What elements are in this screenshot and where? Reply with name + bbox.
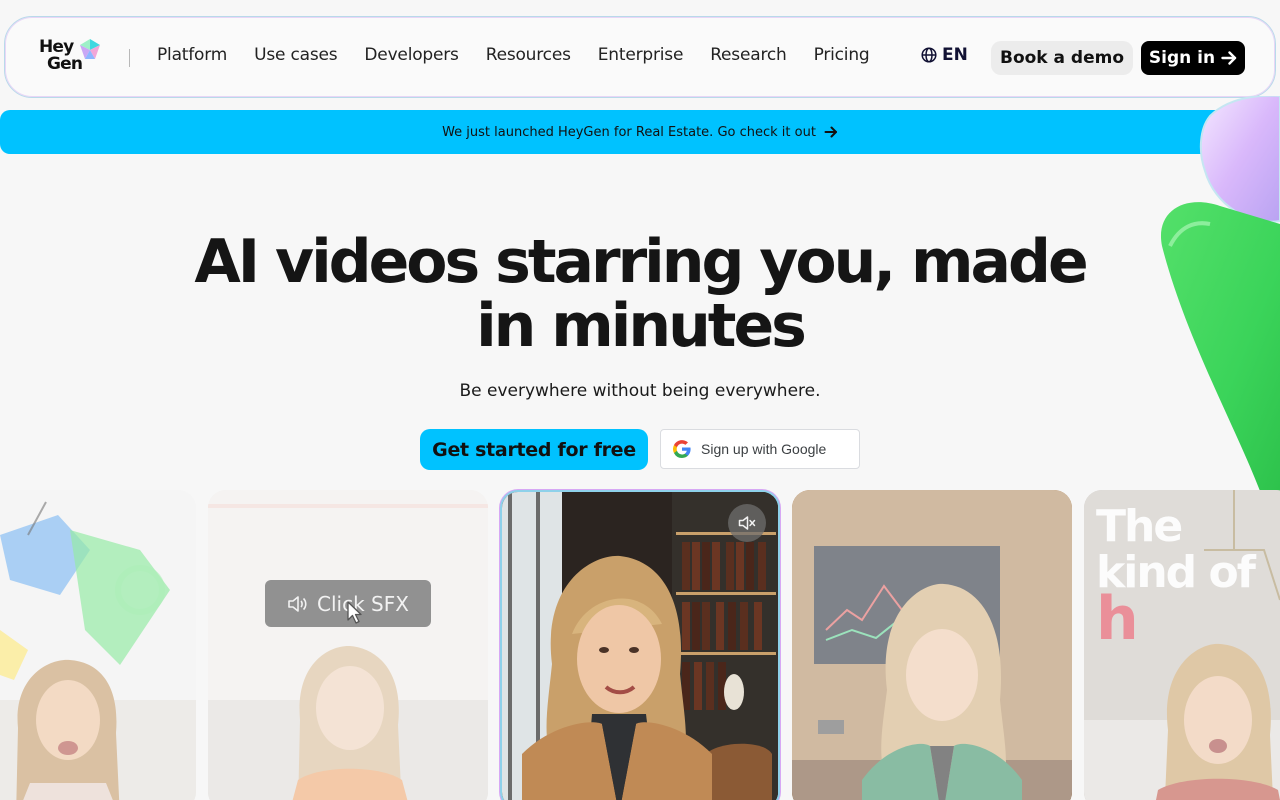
video-card-5[interactable]: The kind of h <box>1084 490 1280 800</box>
get-started-button[interactable]: Get started for free <box>420 429 648 470</box>
globe-icon <box>921 47 937 63</box>
card-fade-overlay <box>792 490 1072 800</box>
banner-text: We just launched HeyGen for Real Estate.… <box>442 124 816 140</box>
video-card-1[interactable] <box>0 490 196 800</box>
decorative-3d-shapes <box>1160 96 1280 491</box>
google-signup-button[interactable]: Sign up with Google <box>660 429 860 469</box>
logo-wordmark: Hey Gen <box>39 39 83 74</box>
heygen-logo[interactable]: Hey Gen <box>39 39 101 77</box>
nav-use-cases[interactable]: Use cases <box>254 45 338 65</box>
sign-in-button[interactable]: Sign in <box>1141 41 1245 75</box>
nav-divider <box>129 49 130 67</box>
language-selector[interactable]: EN <box>921 45 968 65</box>
main-nav: Platform Use cases Developers Resources … <box>157 45 897 65</box>
video-card-3-active[interactable] <box>500 490 780 800</box>
nav-enterprise[interactable]: Enterprise <box>598 45 684 65</box>
presenter-portrait <box>522 554 712 800</box>
card-fade-overlay <box>208 490 488 800</box>
hero-title: AI videos starring you, made in minutes <box>140 230 1140 358</box>
nav-developers[interactable]: Developers <box>364 45 458 65</box>
top-navbar: Hey Gen Platform Use cases Developers Re… <box>4 16 1276 98</box>
mute-button[interactable] <box>728 504 766 542</box>
gem-icon <box>80 39 100 59</box>
card-fade-overlay <box>1084 490 1280 800</box>
language-label: EN <box>942 45 968 65</box>
announcement-banner[interactable]: We just launched HeyGen for Real Estate.… <box>0 110 1280 154</box>
speaker-icon <box>288 595 307 612</box>
arrow-right-icon <box>1221 51 1237 65</box>
nav-research[interactable]: Research <box>710 45 787 65</box>
speaker-muted-icon <box>738 516 756 530</box>
hero-title-line1: AI videos starring you, made <box>194 227 1088 297</box>
book-demo-button[interactable]: Book a demo <box>991 41 1133 75</box>
arrow-right-icon <box>824 126 837 138</box>
sign-in-label: Sign in <box>1148 48 1216 68</box>
nav-resources[interactable]: Resources <box>486 45 571 65</box>
google-icon <box>673 440 691 458</box>
video-card-2[interactable]: Click SFX <box>208 490 488 800</box>
hero-subtitle: Be everywhere without being everywhere. <box>459 381 821 401</box>
cursor-icon <box>347 601 362 624</box>
nav-pricing[interactable]: Pricing <box>814 45 870 65</box>
card-fade-overlay <box>0 490 196 800</box>
video-card-4[interactable] <box>792 490 1072 800</box>
google-signup-label: Sign up with Google <box>701 441 827 457</box>
nav-platform[interactable]: Platform <box>157 45 227 65</box>
logo-line2: Gen <box>47 54 83 74</box>
hero-title-line2: in minutes <box>476 291 807 361</box>
